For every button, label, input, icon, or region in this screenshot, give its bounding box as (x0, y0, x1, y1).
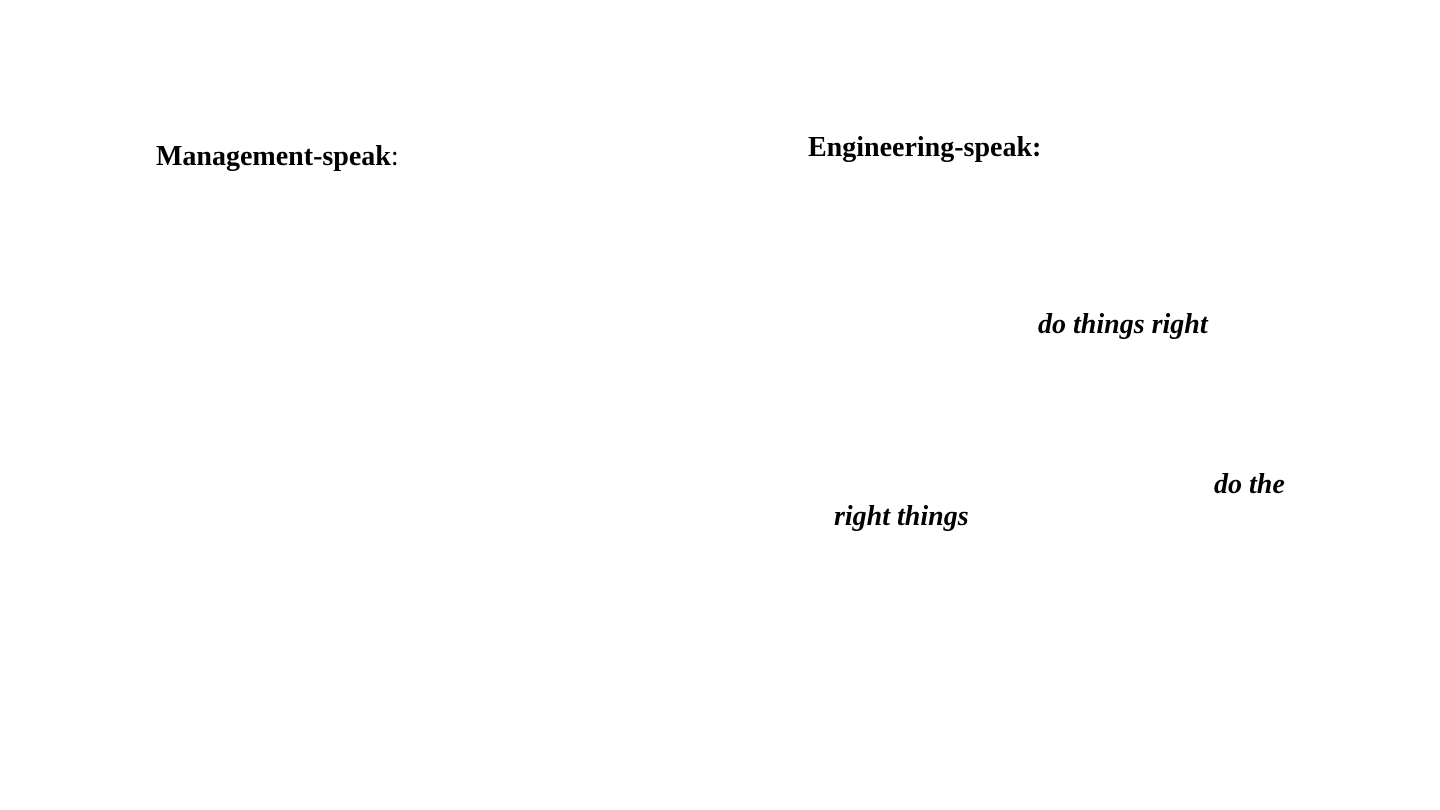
right-things-phrase: right things (834, 501, 969, 532)
do-things-right-phrase: do things right (1038, 309, 1208, 340)
engineering-speak-heading: Engineering-speak: (808, 132, 1042, 163)
management-speak-label: Management-speak (156, 141, 391, 172)
management-speak-colon: : (390, 141, 399, 172)
slide: Management-speak: Engineering-speak: do … (0, 0, 1440, 810)
management-speak-heading: Management-speak: (156, 143, 399, 171)
do-the-phrase: do the (1214, 469, 1285, 500)
